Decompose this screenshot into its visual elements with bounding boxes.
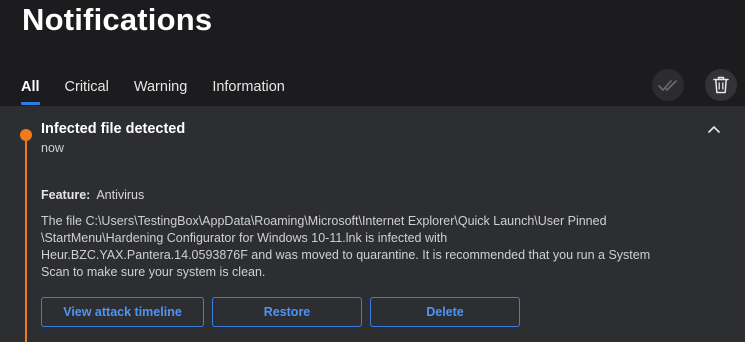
feature-line: Feature: Antivirus: [41, 188, 144, 202]
page-title: Notifications: [22, 2, 213, 37]
notification-title: Infected file detected: [41, 121, 186, 137]
double-check-icon: [658, 80, 677, 91]
restore-button[interactable]: Restore: [212, 297, 362, 327]
notifications-page: Notifications All Critical Warning Infor…: [0, 0, 745, 342]
tab-all[interactable]: All: [21, 79, 40, 105]
view-attack-timeline-button[interactable]: View attack timeline: [41, 297, 204, 327]
collapse-button[interactable]: [705, 122, 723, 136]
notification-time: now: [41, 141, 64, 155]
delete-all-button[interactable]: [705, 69, 737, 101]
tab-information[interactable]: Information: [212, 79, 285, 105]
notification-card: Infected file detected now Feature: Antiv…: [0, 106, 745, 342]
chevron-up-icon: [708, 126, 720, 133]
feature-value: Antivirus: [96, 188, 145, 202]
notification-actions: View attack timeline Restore Delete: [41, 297, 528, 327]
severity-dot: [20, 129, 32, 141]
mark-all-read-button[interactable]: [652, 69, 684, 101]
tab-warning[interactable]: Warning: [134, 79, 187, 105]
trash-icon: [713, 76, 729, 94]
feature-label: Feature:: [41, 188, 91, 202]
severity-line: [25, 136, 27, 342]
tab-critical[interactable]: Critical: [65, 79, 109, 105]
filter-tabs: All Critical Warning Information: [21, 79, 310, 105]
notification-description: The file C:\Users\TestingBox\AppData\Roa…: [41, 214, 651, 279]
delete-button[interactable]: Delete: [370, 297, 520, 327]
